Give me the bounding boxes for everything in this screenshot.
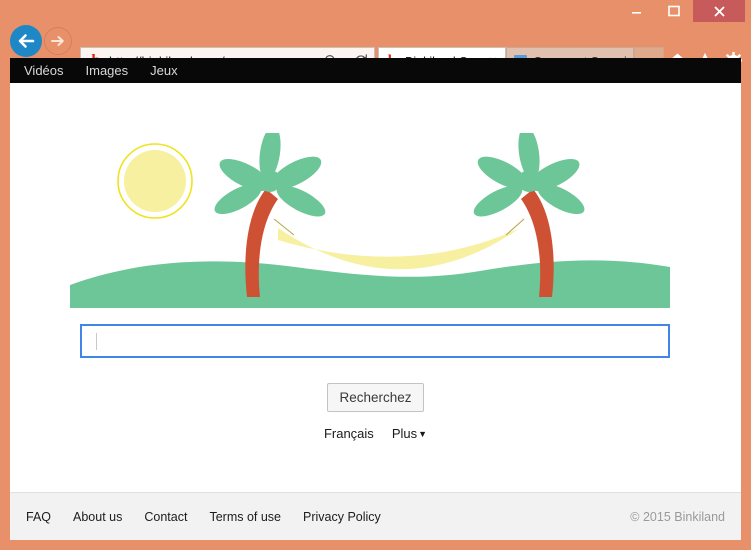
sun-icon [117,143,193,219]
browser-window: b http://binkiland.com/ [0,0,751,550]
hill-shape [70,260,670,308]
page-viewport: Vidéos Images Jeux Recherchez Français P… [10,58,741,540]
search-button[interactable]: Recherchez [327,383,424,412]
hammock-rope-right [505,218,525,236]
search-input[interactable] [80,324,670,358]
window-minimize-button[interactable] [617,0,655,22]
copyright-text: © 2015 Binkiland [630,509,725,524]
back-button[interactable] [10,25,42,57]
footer-link-contact[interactable]: Contact [144,510,187,524]
chevron-down-icon: ▼ [418,428,428,439]
arrow-right-icon [51,36,64,46]
text-cursor [96,332,97,350]
footer-links: FAQ About us Contact Terms of use Privac… [26,510,381,524]
site-nav: Vidéos Images Jeux [10,58,741,83]
window-titlebar [0,0,751,22]
hammock-shape [278,228,520,270]
window-close-button[interactable] [693,0,745,22]
footer-link-faq[interactable]: FAQ [26,510,51,524]
more-link[interactable]: Plus ▼ [392,426,427,441]
close-icon [713,5,725,17]
minimize-icon [631,11,641,14]
site-nav-link-videos[interactable]: Vidéos [24,63,64,78]
site-nav-link-jeux[interactable]: Jeux [150,63,177,78]
forward-button[interactable] [44,27,72,55]
language-link[interactable]: Français [324,426,374,441]
more-label: Plus [391,426,418,441]
site-nav-link-images[interactable]: Images [86,63,129,78]
footer-link-privacy-policy[interactable]: Privacy Policy [303,510,381,524]
site-footer: FAQ About us Contact Terms of use Privac… [10,492,741,540]
beach-logo-illustration [70,126,670,308]
language-options-row: Français Plus ▼ [10,426,741,441]
browser-navigation-row: b http://binkiland.com/ [0,22,751,75]
footer-link-terms-of-use[interactable]: Terms of use [209,510,281,524]
maximize-icon [668,5,680,17]
window-maximize-button[interactable] [655,0,693,22]
footer-link-about-us[interactable]: About us [73,510,122,524]
site-logo [70,126,670,308]
arrow-left-icon [18,34,35,48]
